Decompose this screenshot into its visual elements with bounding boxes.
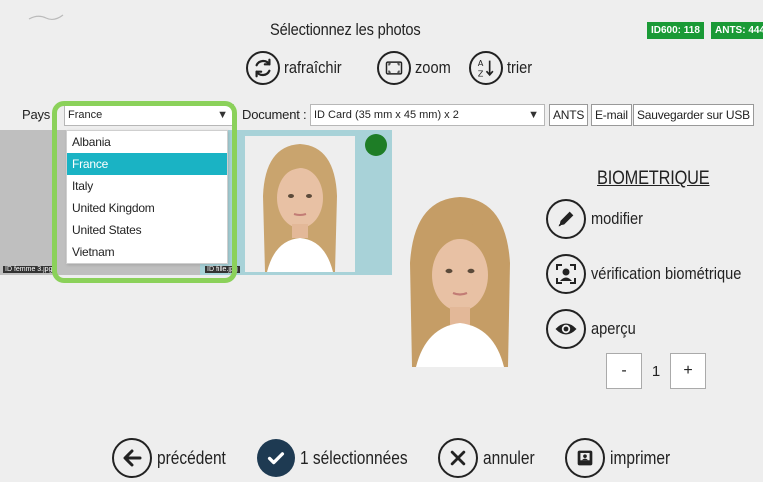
country-select-value: France bbox=[68, 109, 103, 121]
previous-button[interactable]: précédent bbox=[112, 438, 235, 478]
country-option-france[interactable]: France bbox=[67, 153, 227, 175]
previous-label: précédent bbox=[157, 447, 226, 468]
pencil-icon bbox=[546, 199, 586, 239]
refresh-icon bbox=[246, 51, 280, 85]
preview-button[interactable]: aperçu bbox=[546, 309, 643, 349]
quantity-minus-button[interactable]: - bbox=[606, 353, 642, 389]
country-select[interactable]: France ▼ bbox=[64, 104, 234, 126]
zoom-button[interactable]: zoom bbox=[377, 51, 457, 85]
edit-button[interactable]: modifier bbox=[546, 199, 651, 239]
bottom-action-bar: précédent 1 sélectionnées annuler imprim… bbox=[112, 438, 702, 478]
cancel-button[interactable]: annuler bbox=[438, 438, 543, 478]
sort-label: trier bbox=[506, 58, 532, 77]
quantity-stepper: - 1 + bbox=[606, 353, 706, 389]
printer-icon bbox=[565, 438, 605, 478]
document-select-value: ID Card (35 mm x 45 mm) x 2 bbox=[314, 109, 459, 121]
thumbnail-portrait-image bbox=[245, 136, 355, 272]
quantity-plus-button[interactable]: + bbox=[670, 353, 706, 389]
svg-text:A: A bbox=[477, 58, 483, 68]
preview-portrait-image bbox=[398, 193, 522, 367]
biometric-check-button[interactable]: vérification biométrique bbox=[546, 254, 763, 294]
preview-label: aperçu bbox=[591, 319, 636, 338]
status-badge-ants: ANTS: 444 bbox=[711, 22, 763, 39]
cancel-label: annuler bbox=[483, 447, 535, 468]
eye-icon bbox=[546, 309, 586, 349]
chevron-down-icon: ▼ bbox=[528, 109, 539, 121]
sort-button[interactable]: AZ trier bbox=[468, 51, 536, 85]
selected-count-label: 1 sélectionnées bbox=[300, 447, 408, 468]
country-option-vietnam[interactable]: Vietnam bbox=[67, 241, 227, 263]
page-title: Sélectionnez les photos bbox=[270, 20, 421, 39]
country-dropdown-list: Albania France Italy United Kingdom Unit… bbox=[66, 130, 228, 264]
photo-thumbnail-selected[interactable]: ID fille.jpg bbox=[200, 130, 392, 275]
ants-button[interactable]: ANTS bbox=[549, 104, 589, 126]
chevron-down-icon: ▼ bbox=[217, 109, 228, 121]
arrow-left-icon bbox=[112, 438, 152, 478]
biometric-title: BIOMETRIQUE bbox=[597, 168, 710, 189]
edit-label: modifier bbox=[591, 209, 644, 228]
refresh-button[interactable]: rafraîchir bbox=[246, 51, 351, 85]
selected-count-button[interactable]: 1 sélectionnées bbox=[257, 439, 416, 477]
status-badge-id600: ID600: 118 bbox=[647, 22, 704, 39]
country-option-united-kingdom[interactable]: United Kingdom bbox=[67, 197, 227, 219]
thumbnail-caption: ID fille.jpg bbox=[205, 266, 240, 273]
selected-indicator bbox=[365, 134, 387, 156]
zoom-label: zoom bbox=[415, 58, 451, 77]
country-option-albania[interactable]: Albania bbox=[67, 131, 227, 153]
country-label: Pays : bbox=[22, 107, 57, 122]
country-option-united-states[interactable]: United States bbox=[67, 219, 227, 241]
save-usb-button[interactable]: Sauvegarder sur USB bbox=[633, 104, 754, 126]
close-icon bbox=[438, 438, 478, 478]
email-button[interactable]: E-mail bbox=[591, 104, 632, 126]
zoom-icon bbox=[377, 51, 412, 85]
refresh-label: rafraîchir bbox=[284, 58, 342, 77]
toolbar: rafraîchir zoom AZ trier bbox=[246, 51, 536, 85]
quantity-value: 1 bbox=[651, 362, 661, 380]
print-label: imprimer bbox=[610, 447, 671, 468]
sort-az-icon: AZ bbox=[468, 51, 503, 85]
check-icon bbox=[257, 439, 295, 477]
document-select[interactable]: ID Card (35 mm x 45 mm) x 2 ▼ bbox=[310, 104, 545, 126]
thumbnail-caption: ID femme 3.jpg bbox=[3, 266, 55, 273]
filter-row: Pays : France ▼ Document : ID Card (35 m… bbox=[0, 103, 763, 127]
country-option-italy[interactable]: Italy bbox=[67, 175, 227, 197]
biometric-check-label: vérification biométrique bbox=[591, 264, 742, 283]
document-label: Document : bbox=[242, 107, 307, 122]
print-button[interactable]: imprimer bbox=[565, 438, 680, 478]
face-scan-icon bbox=[546, 254, 586, 294]
svg-text:Z: Z bbox=[477, 68, 483, 78]
logo-scribble bbox=[28, 14, 64, 21]
